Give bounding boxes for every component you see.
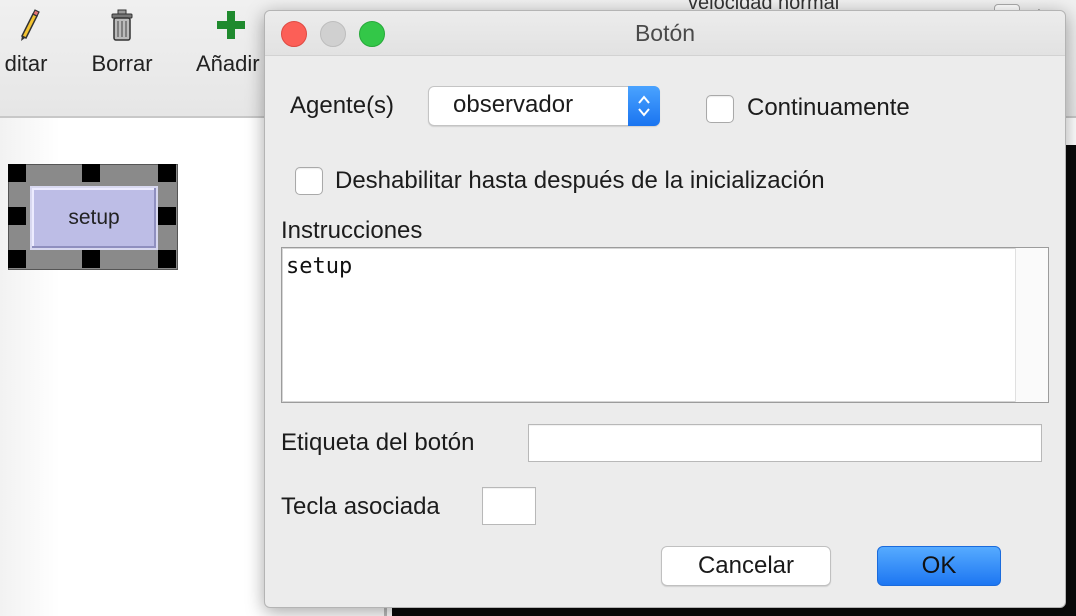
display-name-label: Etiqueta del botón	[281, 429, 475, 456]
add-tool-label: Añadir	[196, 51, 260, 76]
agents-label: Agente(s)	[290, 92, 395, 119]
ok-button[interactable]: OK	[877, 546, 1001, 586]
disable-until-setup-label: Deshabilitar hasta después de la inicial…	[335, 167, 825, 194]
display-name-field[interactable]	[528, 424, 1042, 462]
commands-scrollbar[interactable]	[1015, 248, 1048, 402]
pencil-icon	[0, 8, 56, 44]
button-dialog: Botón Agente(s) observador Continuamente…	[264, 10, 1066, 608]
edit-tool-button[interactable]: ditar	[0, 0, 56, 116]
resize-handle-sw[interactable]	[8, 250, 26, 268]
commands-label: Instrucciones	[281, 217, 423, 244]
continuously-label: Continuamente	[747, 94, 910, 121]
select-chevron-icon	[628, 86, 660, 126]
edit-tool-label: ditar	[4, 51, 48, 76]
resize-handle-e[interactable]	[158, 207, 176, 225]
delete-tool-button[interactable]: Borrar	[82, 0, 162, 116]
commands-code: setup	[286, 254, 353, 279]
resize-handle-nw[interactable]	[8, 164, 26, 182]
add-tool-button[interactable]: Añadir	[192, 0, 272, 116]
continuously-checkbox[interactable]	[706, 95, 734, 123]
delete-tool-label: Borrar	[91, 51, 153, 76]
resize-handle-s[interactable]	[82, 250, 100, 268]
trash-icon	[82, 8, 162, 44]
disable-until-setup-checkbox[interactable]	[295, 167, 323, 195]
resize-handle-ne[interactable]	[158, 164, 176, 182]
dialog-titlebar[interactable]: Botón	[265, 11, 1065, 56]
agents-select[interactable]: observador	[428, 86, 660, 126]
resize-handle-n[interactable]	[82, 164, 100, 182]
resize-handle-w[interactable]	[8, 207, 26, 225]
setup-widget-button[interactable]: setup	[30, 186, 158, 250]
plus-icon	[192, 8, 272, 44]
dialog-title: Botón	[634, 20, 696, 46]
action-key-field[interactable]	[482, 487, 536, 525]
agents-select-value: observador	[453, 91, 574, 118]
commands-editor[interactable]: setup	[281, 247, 1049, 403]
action-key-label: Tecla asociada	[281, 493, 440, 520]
cancel-button[interactable]: Cancelar	[661, 546, 831, 586]
resize-handle-se[interactable]	[158, 250, 176, 268]
